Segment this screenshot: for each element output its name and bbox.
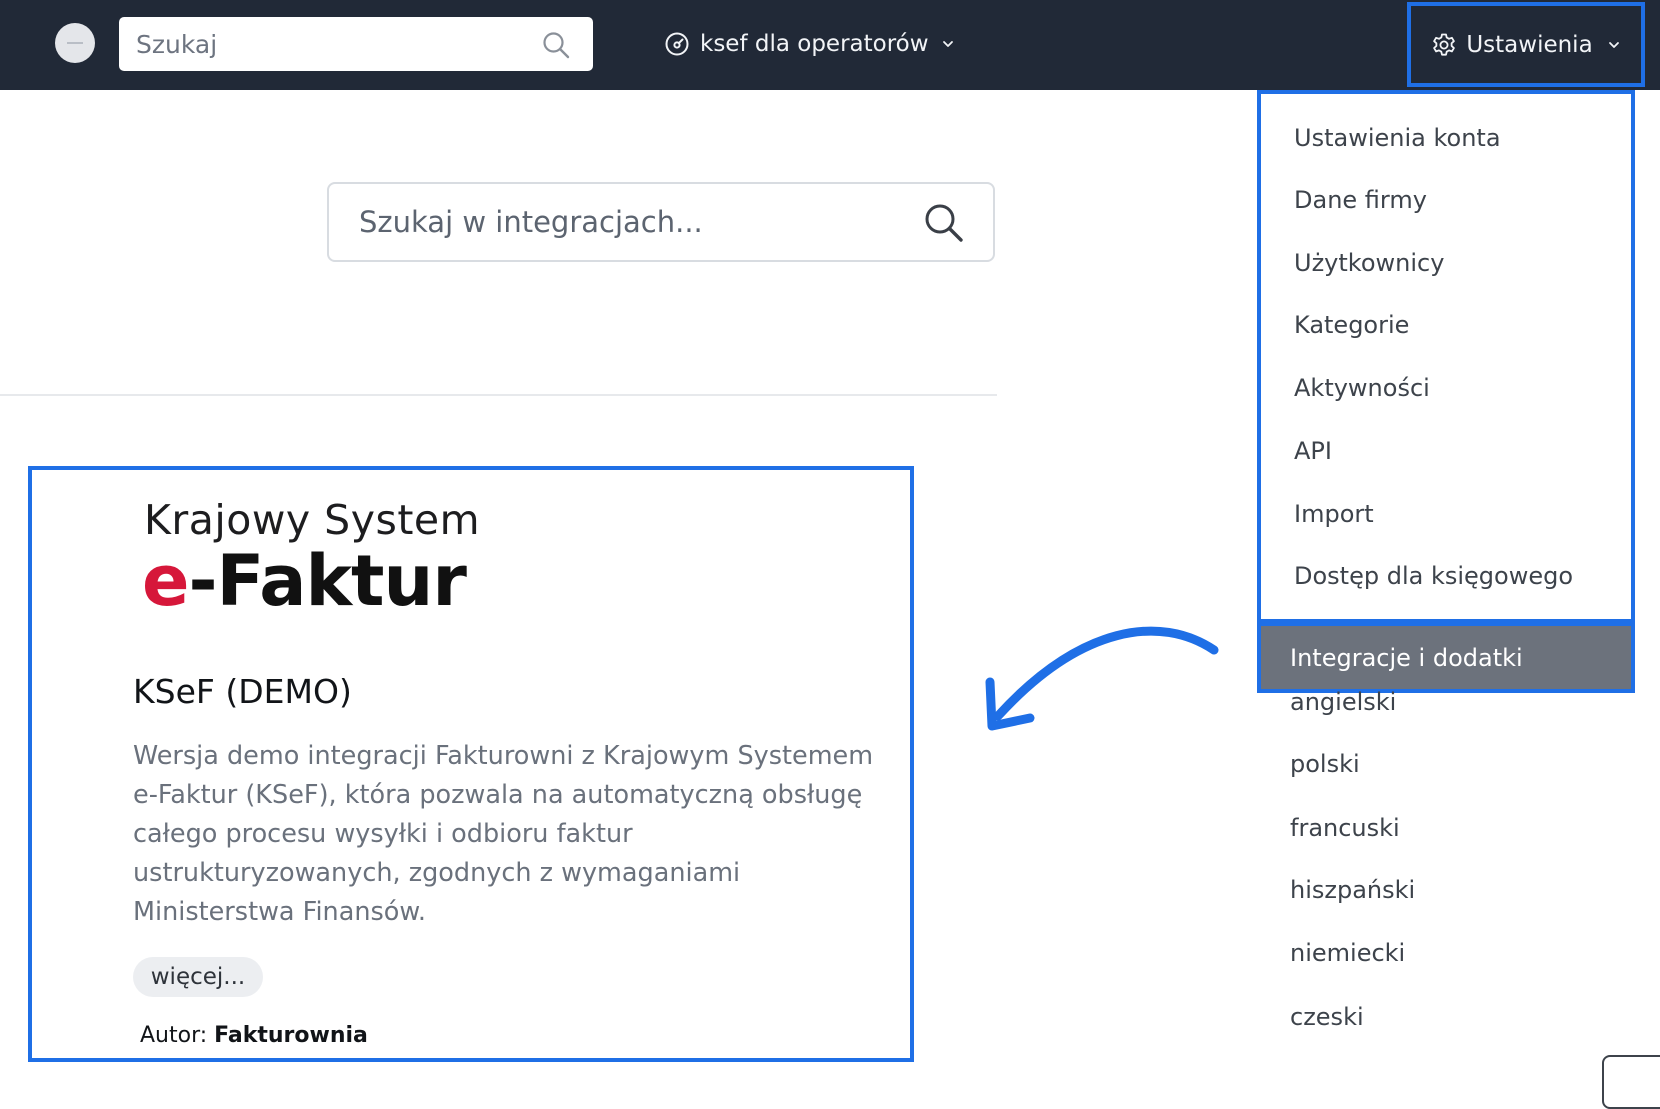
integrations-search-box[interactable] bbox=[327, 182, 995, 262]
menu-item-import[interactable]: Import bbox=[1294, 500, 1374, 528]
menu-item-account-settings[interactable]: Ustawienia konta bbox=[1294, 124, 1501, 152]
ksef-logo: Krajowy System e-Faktur bbox=[142, 496, 504, 626]
ksef-logo-line1: Krajowy System bbox=[144, 496, 481, 544]
language-item-spanish[interactable]: hiszpański bbox=[1290, 876, 1415, 904]
company-switcher[interactable]: ksef dla operatorów bbox=[664, 26, 955, 62]
language-item-french[interactable]: francuski bbox=[1290, 814, 1400, 842]
language-item-czech[interactable]: czeski bbox=[1290, 1003, 1364, 1031]
global-search-input[interactable] bbox=[119, 17, 536, 71]
menu-item-activities[interactable]: Aktywności bbox=[1294, 374, 1430, 402]
language-item-english[interactable]: angielski bbox=[1290, 688, 1396, 716]
menu-item-company-data[interactable]: Dane firmy bbox=[1294, 186, 1427, 214]
search-icon[interactable] bbox=[541, 30, 571, 60]
language-item-polish[interactable]: polski bbox=[1290, 750, 1360, 778]
settings-menu-group: Ustawienia konta Dane firmy Użytkownicy … bbox=[1257, 90, 1635, 623]
settings-dropdown-menu: Ustawienia konta Dane firmy Użytkownicy … bbox=[1257, 90, 1635, 1080]
menu-item-integrations-addons[interactable]: Integracje i dodatki bbox=[1257, 622, 1635, 693]
ksef-logo-e: e bbox=[142, 540, 189, 622]
global-search-box[interactable] bbox=[119, 17, 593, 71]
menu-item-accountant-access[interactable]: Dostęp dla księgowego bbox=[1294, 562, 1573, 590]
settings-menu-button[interactable]: Ustawienia bbox=[1407, 2, 1645, 87]
ksef-logo-line2: e-Faktur bbox=[142, 540, 467, 622]
gauge-icon bbox=[665, 32, 689, 56]
chevron-down-icon bbox=[1608, 41, 1619, 48]
ksef-logo-rest: -Faktur bbox=[188, 540, 466, 622]
curved-arrow-icon bbox=[985, 626, 1219, 731]
search-icon[interactable] bbox=[923, 202, 965, 244]
menu-item-users[interactable]: Użytkownicy bbox=[1294, 249, 1444, 277]
integrations-search-input[interactable] bbox=[329, 184, 919, 260]
section-divider bbox=[0, 394, 997, 396]
more-button[interactable]: więcej... bbox=[133, 957, 263, 997]
menu-item-api[interactable]: API bbox=[1294, 437, 1332, 465]
chat-widget-button[interactable] bbox=[1602, 1055, 1660, 1109]
integration-author: Autor: Fakturownia bbox=[140, 1023, 368, 1048]
settings-menu-label: Ustawienia bbox=[1466, 31, 1593, 58]
gear-icon bbox=[1433, 33, 1456, 56]
user-avatar[interactable] bbox=[55, 23, 95, 63]
author-name: Fakturownia bbox=[214, 1023, 368, 1048]
integration-description: Wersja demo integracji Fakturowni z Kraj… bbox=[133, 741, 874, 927]
menu-item-categories[interactable]: Kategorie bbox=[1294, 311, 1409, 339]
top-navigation-bar: ksef dla operatorów Ustawienia bbox=[0, 0, 1660, 90]
author-label: Autor: bbox=[140, 1023, 208, 1048]
chevron-down-icon bbox=[942, 41, 953, 47]
integration-title: KSeF (DEMO) bbox=[133, 672, 352, 711]
language-item-german[interactable]: niemiecki bbox=[1290, 939, 1405, 967]
company-switcher-label: ksef dla operatorów bbox=[700, 31, 929, 57]
integration-card-ksef[interactable]: Krajowy System e-Faktur KSeF (DEMO) Wers… bbox=[28, 466, 914, 1062]
